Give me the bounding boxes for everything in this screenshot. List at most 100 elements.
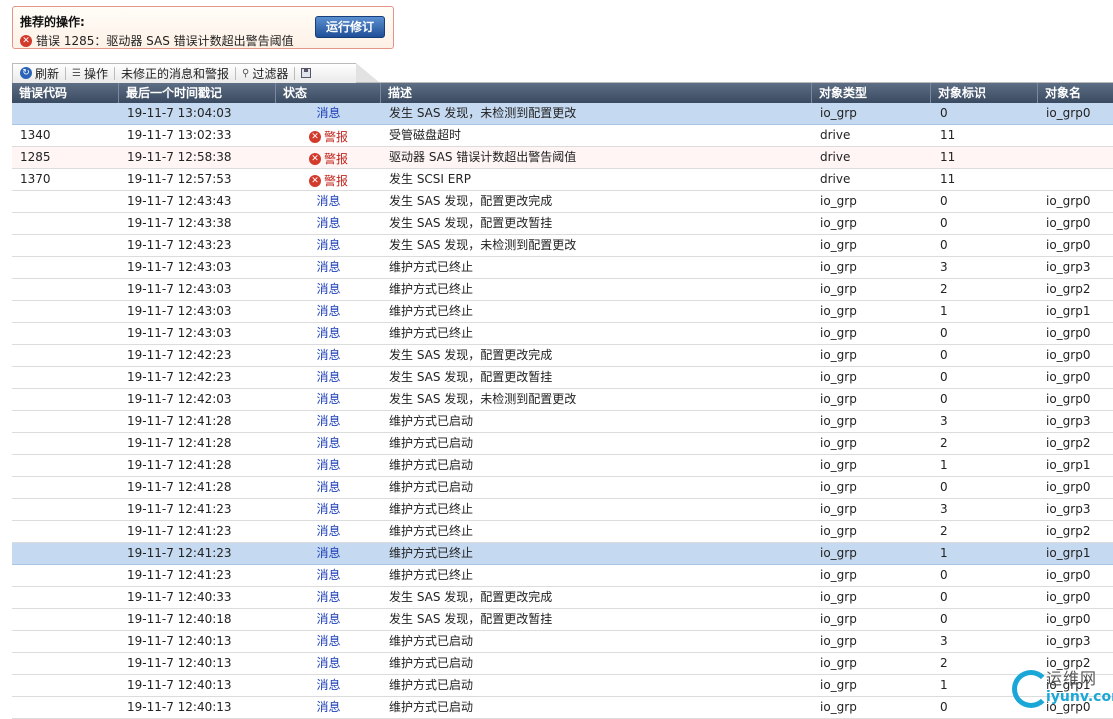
table-row[interactable]: 19-11-7 12:41:23 消息 维护方式已终止 io_grp 2 io_grp2 bbox=[12, 521, 1113, 543]
table-row[interactable]: 19-11-7 12:43:43 消息 发生 SAS 发现，配置更改完成 io_grp… bbox=[12, 191, 1113, 213]
table-row[interactable]: 19-11-7 12:40:33 消息 发生 SAS 发现，配置更改完成 io_grp… bbox=[12, 587, 1113, 609]
status-message: 消息 bbox=[316, 458, 341, 472]
table-row[interactable]: 19-11-7 12:41:28 消息 维护方式已启动 io_grp 3 io_grp3 bbox=[12, 411, 1113, 433]
table-row[interactable]: 19-11-7 13:04:03 消息 发生 SAS 发现，未检测到配置更改 io_g… bbox=[12, 103, 1113, 125]
status-message: 消息 bbox=[316, 106, 341, 120]
column-header-object-name[interactable]: 对象名 bbox=[1038, 83, 1113, 103]
status-message: 消息 bbox=[316, 216, 341, 230]
cell-description: 维护方式已启动 bbox=[389, 414, 474, 428]
cell-error-code bbox=[12, 213, 119, 234]
cell-object-id: 0 bbox=[940, 392, 948, 406]
table-row[interactable]: 19-11-7 12:41:23 消息 维护方式已终止 io_grp 1 io_grp1 bbox=[12, 543, 1113, 565]
cell-status: ✕ 警报 bbox=[276, 147, 381, 168]
cell-object-type: io_grp bbox=[820, 194, 857, 208]
cell-object-type: io_grp bbox=[820, 436, 857, 450]
table-row[interactable]: 19-11-7 12:43:03 消息 维护方式已终止 io_grp 1 io_grp1 bbox=[12, 301, 1113, 323]
table-row[interactable]: 19-11-7 12:41:23 消息 维护方式已终止 io_grp 3 io_grp3 bbox=[12, 499, 1113, 521]
cell-description: 受管磁盘超时 bbox=[389, 128, 462, 142]
table-row[interactable]: 19-11-7 12:40:13 消息 维护方式已启动 io_grp 1 io_grp1 bbox=[12, 675, 1113, 697]
column-header-object-id[interactable]: 对象标识 bbox=[931, 83, 1038, 103]
cell-status: 消息 bbox=[276, 565, 381, 586]
table-row[interactable]: 19-11-7 12:40:13 消息 维护方式已启动 io_grp 2 io_grp2 bbox=[12, 653, 1113, 675]
status-message: 消息 bbox=[316, 568, 341, 582]
status-alert: ✕ 警报 bbox=[308, 127, 348, 147]
status-message: 消息 bbox=[316, 282, 341, 296]
table-row[interactable]: 1370 19-11-7 12:57:53 ✕ 警报 发生 SCSI ERP drive 1… bbox=[12, 169, 1113, 191]
table-row[interactable]: 19-11-7 12:41:28 消息 维护方式已启动 io_grp 2 io_grp2 bbox=[12, 433, 1113, 455]
cell-timestamp: 19-11-7 12:41:23 bbox=[127, 524, 232, 538]
cell-error-code bbox=[12, 367, 119, 388]
table-row[interactable]: 19-11-7 12:43:03 消息 维护方式已终止 io_grp 3 io_grp3 bbox=[12, 257, 1113, 279]
save-button[interactable] bbox=[297, 68, 315, 78]
status-text: 警报 bbox=[323, 173, 348, 188]
table-row[interactable]: 19-11-7 12:40:13 消息 维护方式已启动 io_grp 3 io_grp3 bbox=[12, 631, 1113, 653]
cell-timestamp: 19-11-7 12:41:28 bbox=[127, 480, 232, 494]
table-row[interactable]: 19-11-7 12:41:23 消息 维护方式已终止 io_grp 0 io_grp0 bbox=[12, 565, 1113, 587]
unfixed-label: 未修正的消息和警报 bbox=[121, 66, 230, 81]
cell-status: 消息 bbox=[276, 477, 381, 498]
table-row[interactable]: 1340 19-11-7 13:02:33 ✕ 警报 受管磁盘超时 drive 11 bbox=[12, 125, 1113, 147]
cell-description: 发生 SAS 发现，配置更改完成 bbox=[389, 348, 553, 362]
table-row[interactable]: 19-11-7 12:41:28 消息 维护方式已启动 io_grp 1 io_grp1 bbox=[12, 455, 1113, 477]
cell-status: 消息 bbox=[276, 191, 381, 212]
table-row[interactable]: 19-11-7 12:43:38 消息 发生 SAS 发现，配置更改暂挂 io_grp… bbox=[12, 213, 1113, 235]
column-header-last-timestamp[interactable]: 最后一个时间戳记 bbox=[119, 83, 276, 103]
unfixed-messages-alerts-button[interactable]: 未修正的消息和警报 bbox=[117, 65, 233, 82]
table-header: 错误代码 最后一个时间戳记 状态 描述 对象类型 对象标识 对象名 bbox=[12, 83, 1113, 103]
cell-description: 维护方式已终止 bbox=[389, 546, 474, 560]
table-row[interactable]: 19-11-7 12:42:23 消息 发生 SAS 发现，配置更改暂挂 io_grp… bbox=[12, 367, 1113, 389]
refresh-icon: ↻ bbox=[20, 67, 32, 79]
status-message: 消息 bbox=[316, 194, 341, 208]
actions-menu-button[interactable]: ☰ 操作 bbox=[68, 65, 112, 82]
error-icon: ✕ bbox=[308, 131, 321, 143]
table-row[interactable]: 19-11-7 12:43:23 消息 发生 SAS 发现，未检测到配置更改 io_g… bbox=[12, 235, 1113, 257]
cell-object-type: io_grp bbox=[820, 216, 857, 230]
filter-button[interactable]: ⚲ 过滤器 bbox=[238, 65, 292, 82]
cell-error-code: 1285 bbox=[20, 150, 51, 164]
recommended-action-text: 错误 1285：驱动器 SAS 错误计数超出警告阈值 bbox=[36, 34, 294, 48]
table-row[interactable]: 19-11-7 12:43:03 消息 维护方式已终止 io_grp 0 io_grp0 bbox=[12, 323, 1113, 345]
refresh-button[interactable]: ↻ 刷新 bbox=[16, 65, 63, 82]
table-row[interactable]: 19-11-7 12:43:03 消息 维护方式已终止 io_grp 2 io_grp2 bbox=[12, 279, 1113, 301]
watermark-logo: 运维网 iyunv.com bbox=[1012, 664, 1113, 715]
cell-error-code bbox=[12, 587, 119, 608]
cell-timestamp: 19-11-7 13:04:03 bbox=[127, 106, 232, 120]
cell-timestamp: 19-11-7 12:57:53 bbox=[127, 172, 232, 186]
recommended-action-message: ✕ 错误 1285：驱动器 SAS 错误计数超出警告阈值 bbox=[20, 32, 294, 49]
cell-object-name: io_grp0 bbox=[1046, 568, 1091, 582]
column-header-object-type[interactable]: 对象类型 bbox=[812, 83, 931, 103]
column-header-status[interactable]: 状态 bbox=[276, 83, 381, 103]
status-message: 消息 bbox=[316, 502, 341, 516]
status-message: 消息 bbox=[316, 546, 341, 560]
cell-timestamp: 19-11-7 12:41:28 bbox=[127, 458, 232, 472]
cell-status: 消息 bbox=[276, 323, 381, 344]
cell-object-id: 0 bbox=[940, 480, 948, 494]
cell-object-type: io_grp bbox=[820, 480, 857, 494]
table-row[interactable]: 19-11-7 12:40:13 消息 维护方式已启动 io_grp 0 io_grp0 bbox=[12, 697, 1113, 719]
status-text: 警报 bbox=[323, 129, 348, 144]
table-row[interactable]: 19-11-7 12:40:18 消息 发生 SAS 发现，配置更改暂挂 io_grp… bbox=[12, 609, 1113, 631]
column-header-description[interactable]: 描述 bbox=[381, 83, 812, 103]
table-row[interactable]: 1285 19-11-7 12:58:38 ✕ 警报 驱动器 SAS 错误计数超出警告阈… bbox=[12, 147, 1113, 169]
cell-object-name: io_grp0 bbox=[1046, 194, 1091, 208]
cell-object-id: 0 bbox=[940, 568, 948, 582]
table-row[interactable]: 19-11-7 12:42:03 消息 发生 SAS 发现，未检测到配置更改 io_g… bbox=[12, 389, 1113, 411]
error-icon: ✕ bbox=[308, 153, 321, 165]
cell-timestamp: 19-11-7 12:41:23 bbox=[127, 502, 232, 516]
status-message: 消息 bbox=[316, 392, 341, 406]
error-icon: ✕ bbox=[308, 175, 321, 187]
status-message: 消息 bbox=[316, 612, 341, 626]
table-row[interactable]: 19-11-7 12:41:28 消息 维护方式已启动 io_grp 0 io_grp0 bbox=[12, 477, 1113, 499]
table-row[interactable]: 19-11-7 12:42:23 消息 发生 SAS 发现，配置更改完成 io_grp… bbox=[12, 345, 1113, 367]
cell-timestamp: 19-11-7 12:42:23 bbox=[127, 348, 232, 362]
cell-object-id: 2 bbox=[940, 436, 948, 450]
run-fix-button[interactable]: 运行修订 bbox=[315, 16, 385, 38]
cell-object-type: io_grp bbox=[820, 458, 857, 472]
cell-description: 维护方式已启动 bbox=[389, 458, 474, 472]
cell-object-name bbox=[1038, 147, 1113, 168]
status-message: 消息 bbox=[316, 700, 341, 714]
table-body: 19-11-7 13:04:03 消息 发生 SAS 发现，未检测到配置更改 io_g… bbox=[12, 103, 1113, 719]
cell-object-name: io_grp3 bbox=[1046, 260, 1091, 274]
status-message: 消息 bbox=[316, 524, 341, 538]
column-header-error-code[interactable]: 错误代码 bbox=[12, 83, 119, 103]
